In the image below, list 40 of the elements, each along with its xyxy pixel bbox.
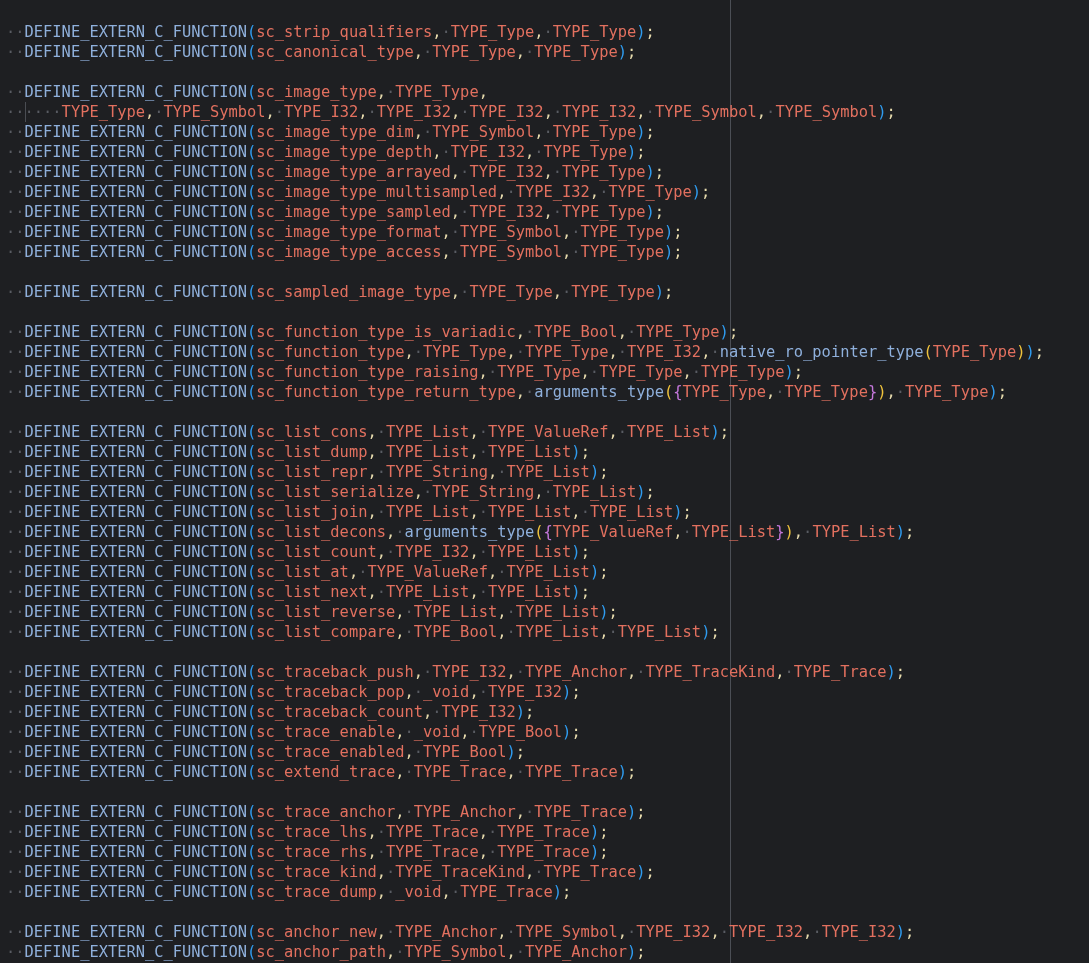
code-line: ··DEFINE_EXTERN_C_FUNCTION(sc_image_type_depth,·TYPE_I32,·TYPE_Type); <box>6 142 646 162</box>
code-line: ··DEFINE_EXTERN_C_FUNCTION(sc_trace_lhs,·TYPE_Trace,·TYPE_Trace); <box>6 822 609 842</box>
code-line: ··DEFINE_EXTERN_C_FUNCTION(sc_image_type_access,·TYPE_Symbol,·TYPE_Type); <box>6 242 683 262</box>
code-line: ··DEFINE_EXTERN_C_FUNCTION(sc_function_type,·TYPE_Type,·TYPE_Type,·TYPE_I32,·native_ro_pointer_type(TYPE_Type)); <box>6 342 1045 362</box>
code-line: ··DEFINE_EXTERN_C_FUNCTION(sc_list_cons,·TYPE_List,·TYPE_ValueRef,·TYPE_List); <box>6 422 729 442</box>
code-line: ··DEFINE_EXTERN_C_FUNCTION(sc_anchor_new,·TYPE_Anchor,·TYPE_Symbol,·TYPE_I32,·TYPE_I32,·TYPE_I32); <box>6 922 915 942</box>
code-line: ··DEFINE_EXTERN_C_FUNCTION(sc_traceback_pop,·_void,·TYPE_I32); <box>6 682 581 702</box>
code-line: ··DEFINE_EXTERN_C_FUNCTION(sc_canonical_type,·TYPE_Type,·TYPE_Type); <box>6 42 637 62</box>
code-line: ··DEFINE_EXTERN_C_FUNCTION(sc_list_count,·TYPE_I32,·TYPE_List); <box>6 542 590 562</box>
code-line: ··DEFINE_EXTERN_C_FUNCTION(sc_list_next,·TYPE_List,·TYPE_List); <box>6 582 590 602</box>
code-line: ··DEFINE_EXTERN_C_FUNCTION(sc_anchor_path,·TYPE_Symbol,·TYPE_Anchor); <box>6 942 646 962</box>
code-line: ··DEFINE_EXTERN_C_FUNCTION(sc_trace_anchor,·TYPE_Anchor,·TYPE_Trace); <box>6 802 646 822</box>
code-line: ··DEFINE_EXTERN_C_FUNCTION(sc_list_serialize,·TYPE_String,·TYPE_List); <box>6 482 655 502</box>
code-line: ······TYPE_Type,·TYPE_Symbol,·TYPE_I32,·TYPE_I32,·TYPE_I32,·TYPE_I32,·TYPE_Symbol,·TYPE_Symbol); <box>6 102 896 122</box>
code-line: ··DEFINE_EXTERN_C_FUNCTION(sc_image_type,·TYPE_Type, <box>6 82 488 102</box>
code-line: ··DEFINE_EXTERN_C_FUNCTION(sc_trace_enable,·_void,·TYPE_Bool); <box>6 722 581 742</box>
code-line: ··DEFINE_EXTERN_C_FUNCTION(sc_traceback_count,·TYPE_I32); <box>6 702 535 722</box>
code-line: ··DEFINE_EXTERN_C_FUNCTION(sc_image_type_format,·TYPE_Symbol,·TYPE_Type); <box>6 222 683 242</box>
code-line: ··DEFINE_EXTERN_C_FUNCTION(sc_list_repr,·TYPE_String,·TYPE_List); <box>6 462 609 482</box>
code-line: ··DEFINE_EXTERN_C_FUNCTION(sc_extend_trace,·TYPE_Trace,·TYPE_Trace); <box>6 762 637 782</box>
code-line: ··DEFINE_EXTERN_C_FUNCTION(sc_list_dump,·TYPE_List,·TYPE_List); <box>6 442 590 462</box>
code-line: ··DEFINE_EXTERN_C_FUNCTION(sc_list_compare,·TYPE_Bool,·TYPE_List,·TYPE_List); <box>6 622 720 642</box>
code-line: ··DEFINE_EXTERN_C_FUNCTION(sc_trace_enabled,·TYPE_Bool); <box>6 742 525 762</box>
code-line: ··DEFINE_EXTERN_C_FUNCTION(sc_traceback_push,·TYPE_I32,·TYPE_Anchor,·TYPE_TraceKind,·TYPE_Trace); <box>6 662 906 682</box>
code-line: ··DEFINE_EXTERN_C_FUNCTION(sc_trace_kind,·TYPE_TraceKind,·TYPE_Trace); <box>6 862 655 882</box>
code-line: ··DEFINE_EXTERN_C_FUNCTION(sc_function_type_return_type,·arguments_type({TYPE_Type,·TYPE_Type}),·TYPE_Type); <box>6 382 1007 402</box>
code-line: ··DEFINE_EXTERN_C_FUNCTION(sc_trace_rhs,·TYPE_Trace,·TYPE_Trace); <box>6 842 609 862</box>
code-line: ··DEFINE_EXTERN_C_FUNCTION(sc_image_type_dim,·TYPE_Symbol,·TYPE_Type); <box>6 122 655 142</box>
code-line: ··DEFINE_EXTERN_C_FUNCTION(sc_trace_dump,·_void,·TYPE_Trace); <box>6 882 572 902</box>
code-line: ··DEFINE_EXTERN_C_FUNCTION(sc_list_reverse,·TYPE_List,·TYPE_List); <box>6 602 618 622</box>
code-line: ··DEFINE_EXTERN_C_FUNCTION(sc_list_decons,·arguments_type({TYPE_ValueRef,·TYPE_List}),·TYPE_List); <box>6 522 915 542</box>
code-line: ··DEFINE_EXTERN_C_FUNCTION(sc_list_join,·TYPE_List,·TYPE_List,·TYPE_List); <box>6 502 692 522</box>
code-line: ··DEFINE_EXTERN_C_FUNCTION(sc_function_type_is_variadic,·TYPE_Bool,·TYPE_Type); <box>6 322 739 342</box>
code-line: ··DEFINE_EXTERN_C_FUNCTION(sc_strip_qualifiers,·TYPE_Type,·TYPE_Type); <box>6 22 655 42</box>
code-line: ··DEFINE_EXTERN_C_FUNCTION(sc_function_type_raising,·TYPE_Type,·TYPE_Type,·TYPE_Type); <box>6 362 804 382</box>
code-line: ··DEFINE_EXTERN_C_FUNCTION(sc_list_at,·TYPE_ValueRef,·TYPE_List); <box>6 562 609 582</box>
code-line: ··DEFINE_EXTERN_C_FUNCTION(sc_image_type_arrayed,·TYPE_I32,·TYPE_Type); <box>6 162 665 182</box>
code-line: ··DEFINE_EXTERN_C_FUNCTION(sc_image_type_multisampled,·TYPE_I32,·TYPE_Type); <box>6 182 711 202</box>
code-line: ··DEFINE_EXTERN_C_FUNCTION(sc_sampled_image_type,·TYPE_Type,·TYPE_Type); <box>6 282 674 302</box>
code-line: ··DEFINE_EXTERN_C_FUNCTION(sc_image_type_sampled,·TYPE_I32,·TYPE_Type); <box>6 202 665 222</box>
